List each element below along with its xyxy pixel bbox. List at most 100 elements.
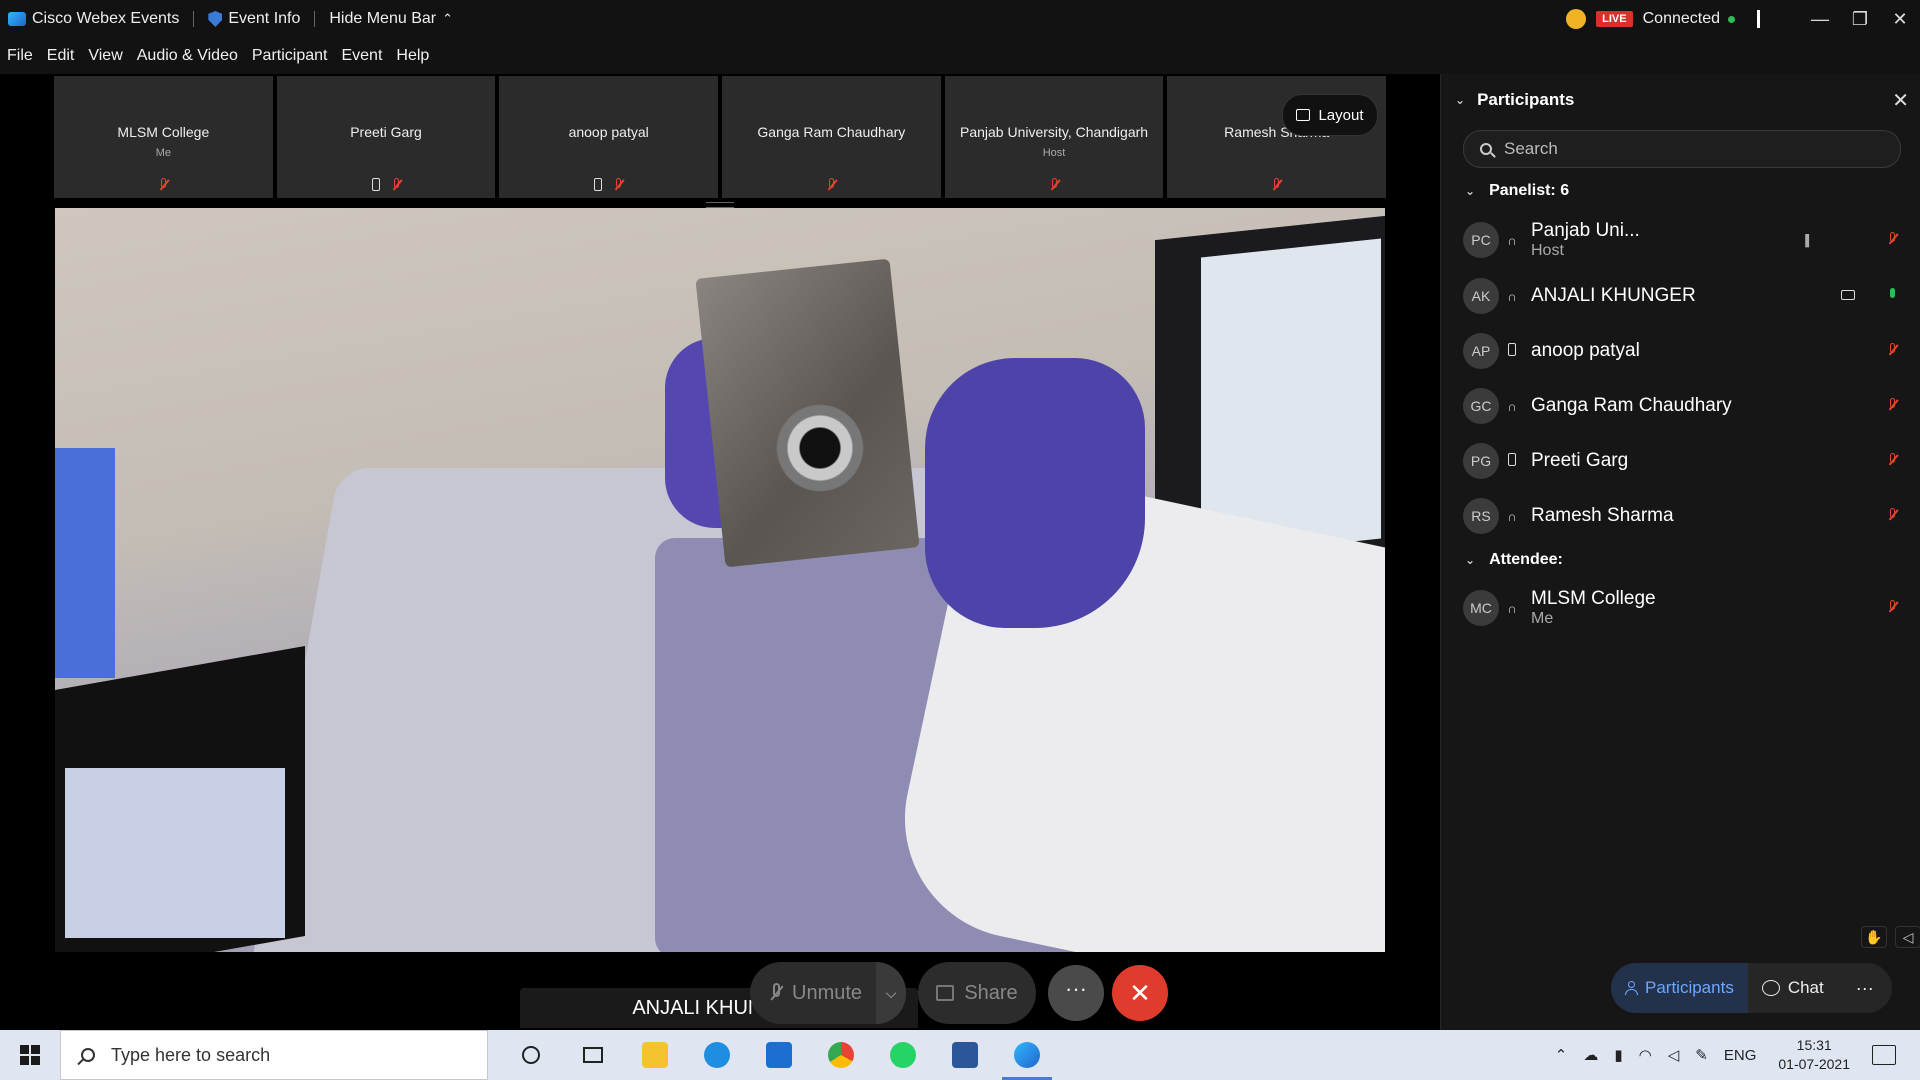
close-panel-icon[interactable]: ✕ [1892,88,1909,113]
menu-edit[interactable]: Edit [47,47,75,65]
meeting-controls: Unmute ⌵ Share ··· ✕ [0,962,1440,1026]
avatar: RS [1463,498,1499,534]
attendee-label: Attendee: [1489,551,1563,568]
start-button[interactable] [0,1030,60,1080]
thumbnail-name: Preeti Garg [350,124,422,140]
taskbar-search-placeholder: Type here to search [111,1044,271,1065]
muted-mic-icon [614,178,623,192]
unmute-button[interactable]: Unmute ⌵ [750,962,906,1024]
menu-audio-video[interactable]: Audio & Video [137,47,238,65]
thumbnail-tile[interactable]: MLSM College Me [54,76,273,198]
unmute-label: Unmute [792,981,863,1004]
muted-mic-icon[interactable] [1888,398,1897,412]
menu-view[interactable]: View [88,47,122,65]
minimize-button[interactable]: — [1800,9,1840,30]
mail-icon [766,1042,792,1068]
connected-dot-icon [1728,15,1735,23]
taskbar-search-input[interactable]: Type here to search [60,1030,488,1080]
whatsapp-app[interactable] [872,1030,934,1080]
announcement-icon[interactable]: ◁ [1895,926,1920,948]
hide-menu-bar-button[interactable]: Hide Menu Bar ⌃ [329,10,453,28]
chrome-app[interactable] [810,1030,872,1080]
layout-button[interactable]: Layout [1282,94,1378,136]
collapse-chevron-icon[interactable]: ⌄ [1455,93,1465,107]
microphone-icon[interactable]: ▮ [1614,1046,1622,1064]
participant-row[interactable]: AK ∩ ANJALI KHUNGER [1463,272,1903,320]
participant-row[interactable]: PG Preeti Garg [1463,437,1903,485]
edge-app[interactable] [686,1030,748,1080]
task-view-button[interactable] [562,1030,624,1080]
folder-icon [642,1042,668,1068]
wifi-icon[interactable]: ◠ [1639,1046,1652,1064]
panel-tab-bar: Participants Chat ··· [1611,962,1920,1014]
thumbnail-tile[interactable]: Ganga Ram Chaudhary [722,76,941,198]
participant-row[interactable]: GC ∩ Ganga Ram Chaudhary [1463,382,1903,430]
menu-help[interactable]: Help [396,47,429,65]
restore-button[interactable]: ❐ [1840,9,1880,30]
video-camera-icon[interactable] [1841,290,1855,300]
webex-app[interactable] [996,1030,1058,1080]
chevron-up-icon: ⌃ [442,11,453,26]
person-icon [1625,981,1638,995]
thumbnail-tile[interactable]: Preeti Garg [276,76,496,198]
thumbnail-tile[interactable]: Panjab University, Chandigarh Host [944,76,1164,198]
shield-icon [208,11,223,27]
panel-header: ⌄ Participants ✕ [1441,74,1920,126]
thumbnail-tile[interactable]: anoop patyal [499,76,719,198]
share-button[interactable]: Share [918,962,1036,1024]
menu-file[interactable]: File [7,47,33,65]
panelist-section-header[interactable]: ⌄ Panelist: 6 [1465,182,1569,200]
app-title: Cisco Webex Events [8,10,179,28]
volume-icon[interactable]: ◁ [1668,1046,1680,1064]
search-icon [1480,143,1492,155]
avatar: AP [1463,333,1499,369]
meeting-stage: MLSM College Me Preeti Garg anoop patyal… [0,74,1440,1034]
participants-panel: ⌄ Participants ✕ Search ⌄ Panelist: 6 PC… [1440,74,1920,1034]
connection-status[interactable]: Connected [1643,10,1720,28]
participant-row[interactable]: MC ∩ MLSM College Me [1463,584,1903,632]
mail-app[interactable] [748,1030,810,1080]
event-info-button[interactable]: Event Info [208,10,300,28]
language-indicator[interactable]: ENG [1724,1047,1757,1064]
raise-hand-icon[interactable]: ✋ [1861,926,1887,948]
more-panels-button[interactable]: ··· [1837,963,1892,1013]
thumbnail-name: anoop patyal [568,124,649,140]
audio-options-chevron-icon[interactable]: ⌵ [876,962,906,1024]
muted-mic-icon[interactable] [1888,600,1897,614]
participant-row[interactable]: AP anoop patyal [1463,327,1903,375]
muted-mic-icon [159,178,168,192]
participants-tab[interactable]: Participants [1611,963,1748,1013]
onedrive-cloud-icon[interactable]: ☁ [1583,1046,1598,1064]
panel-tools: ✋ ◁ [1861,926,1920,948]
menu-participant[interactable]: Participant [252,47,328,65]
muted-mic-icon [770,983,782,1003]
file-explorer-app[interactable] [624,1030,686,1080]
muted-mic-icon[interactable] [1888,508,1897,522]
thumbnail-sub: Me [155,147,171,159]
leave-button[interactable]: ✕ [1112,965,1168,1021]
close-window-button[interactable]: ✕ [1880,9,1920,30]
notification-icon[interactable] [1872,1045,1896,1065]
pen-icon[interactable]: ✎ [1695,1046,1708,1064]
attendee-section-header[interactable]: ⌄ Attendee: [1465,551,1563,569]
participant-row[interactable]: PC ∩ Panjab Uni... Host ▐ [1463,216,1903,264]
headset-icon: ∩ [1507,288,1517,304]
mic-on-icon[interactable] [1888,288,1897,302]
muted-mic-icon[interactable] [1888,453,1897,467]
badge-icon[interactable] [1566,9,1587,29]
chat-tab[interactable]: Chat [1747,963,1838,1013]
clock[interactable]: 15:31 01-07-2021 [1778,1036,1850,1074]
participant-search-input[interactable]: Search [1463,130,1901,168]
menu-event[interactable]: Event [341,47,382,65]
participant-row[interactable]: RS ∩ Ramesh Sharma [1463,492,1903,540]
divider [1757,10,1760,28]
word-app[interactable] [934,1030,996,1080]
muted-mic-icon[interactable] [1888,232,1897,246]
muted-mic-icon [1272,178,1281,192]
more-options-button[interactable]: ··· [1048,965,1104,1021]
muted-mic-icon[interactable] [1888,343,1897,357]
whatsapp-icon [890,1042,916,1068]
signal-icon: ▐ [1801,235,1809,247]
show-hidden-icons-chevron-icon[interactable]: ⌃ [1555,1046,1568,1064]
cortana-button[interactable] [500,1030,562,1080]
